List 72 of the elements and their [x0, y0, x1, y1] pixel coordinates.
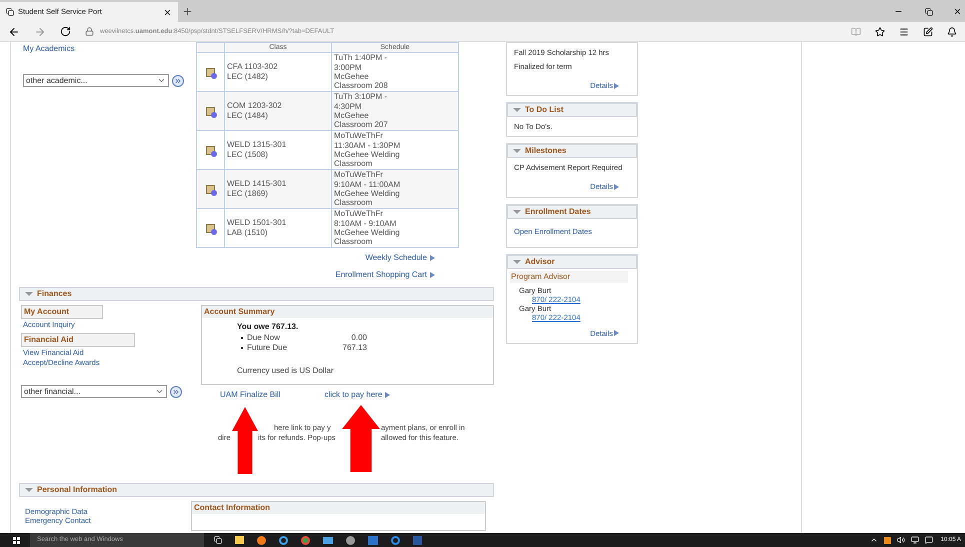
- currency-text: Currency used is US Dollar: [237, 365, 334, 377]
- annotation-arrow: [232, 407, 258, 474]
- table-cell: WELD 1501-301 LAB (1510): [225, 209, 332, 247]
- calendar-info-icon[interactable]: [206, 106, 215, 116]
- triangle-icon: [513, 108, 521, 112]
- chevron-down-icon: [157, 76, 166, 85]
- account-summary-panel: Account Summary You owe 767.13. Due Now 0.00 Future Due 767.13 Currency used is US Dollar: [201, 305, 494, 385]
- section-header[interactable]: Advisor: [507, 254, 637, 269]
- annotation-arrow: [342, 405, 380, 472]
- group-heading: My Account: [21, 305, 103, 319]
- section-header[interactable]: Milestones: [507, 144, 637, 158]
- item-label: Due Now: [247, 333, 281, 343]
- chevron-up-icon[interactable]: [870, 536, 878, 544]
- triangle-icon: [513, 149, 521, 154]
- lock-icon: [85, 27, 94, 36]
- notification-icon[interactable]: [924, 536, 933, 544]
- play-icon: [430, 255, 435, 261]
- forward-icon[interactable]: [34, 26, 46, 38]
- network-icon[interactable]: [910, 536, 919, 544]
- schedule-link[interactable]: Enrollment Shopping Cart: [335, 269, 435, 281]
- finalize-bill-link[interactable]: UAM Finalize Bill: [220, 389, 280, 401]
- triangle-icon: [513, 210, 521, 214]
- play-icon: [614, 82, 619, 89]
- amount-owed: You owe 767.13.: [237, 321, 300, 333]
- close-window-icon[interactable]: [953, 7, 962, 16]
- calendar-info-icon[interactable]: [206, 184, 215, 194]
- triangle-icon: [25, 292, 33, 296]
- double-chevron-icon: [172, 388, 180, 396]
- dropdown-field[interactable]: other academic...: [23, 74, 169, 87]
- section-header[interactable]: Enrollment Dates: [507, 204, 637, 218]
- item-amount: 0.00: [350, 333, 367, 343]
- advisor-subheading: Program Advisor: [510, 270, 628, 283]
- play-icon: [614, 184, 619, 190]
- double-chevron-icon: [174, 76, 182, 84]
- table-cell-text: MoTuWeThFr 8:10AM - 9:10AM McGehee Welding Classroom: [333, 209, 401, 247]
- play-icon: [385, 392, 390, 398]
- contact-panel: Contact Information: [191, 501, 486, 531]
- table-cell-text: TuTh 1:40PM - 3:00PM McGehee Classroom 208: [333, 53, 389, 91]
- favorite-icon[interactable]: [875, 26, 885, 36]
- close-icon[interactable]: [163, 8, 172, 16]
- section-header[interactable]: To Do List: [507, 103, 637, 118]
- my-academics-link[interactable]: My Academics: [23, 42, 196, 55]
- schedule-link[interactable]: Weekly Schedule: [365, 252, 435, 264]
- calendar-info-icon[interactable]: [206, 68, 215, 76]
- triangle-icon: [25, 488, 33, 492]
- triangle-icon: [513, 260, 521, 264]
- new-tab-icon[interactable]: [182, 6, 193, 17]
- refresh-icon[interactable]: [60, 26, 71, 37]
- section-header[interactable]: Finances: [19, 287, 494, 301]
- item-amount: 767.13: [342, 343, 367, 353]
- calendar-info-icon[interactable]: [206, 224, 215, 232]
- go-button[interactable]: [172, 74, 184, 86]
- hub-icon[interactable]: [899, 26, 909, 36]
- note-icon[interactable]: [923, 26, 933, 36]
- windows-logo-icon[interactable]: [13, 536, 20, 544]
- dropdown-field[interactable]: other financial...: [21, 385, 167, 398]
- play-icon: [614, 330, 619, 336]
- item-label: Future Due: [247, 343, 288, 353]
- chevron-down-icon: [155, 387, 164, 396]
- table-cell-text: MoTuWeThFr 11:30AM - 1:30PM McGehee Welding Classroom: [333, 131, 402, 169]
- task-view-icon[interactable]: [214, 536, 222, 544]
- section-header[interactable]: Personal Information: [19, 483, 494, 497]
- volume-icon[interactable]: [896, 536, 905, 544]
- go-button[interactable]: [170, 386, 182, 398]
- table-cell-text: TuTh 3:10PM - 4:30PM McGehee Classroom 207: [333, 92, 389, 130]
- tray-app-icon[interactable]: [884, 536, 891, 544]
- play-icon: [430, 272, 435, 278]
- back-icon[interactable]: [8, 26, 20, 38]
- pay-link[interactable]: click to pay here: [324, 389, 390, 401]
- group-heading: Financial Aid: [21, 333, 135, 347]
- table-cell-text: MoTuWeThFr 9:10AM - 11:00AM McGehee Welding Classroom: [333, 170, 402, 208]
- calendar-info-icon[interactable]: [206, 146, 215, 154]
